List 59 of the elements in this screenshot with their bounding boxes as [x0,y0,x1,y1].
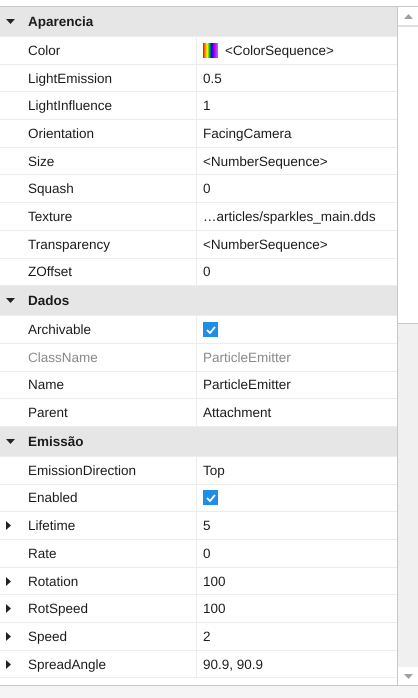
property-value[interactable]: ParticleEmitter [203,377,291,392]
expand-arrow-icon[interactable] [6,521,11,530]
color-gradient-icon [203,42,218,58]
property-value[interactable]: <ColorSequence> [225,42,334,58]
property-name: Rotation [28,574,78,589]
property-name: Enabled [28,490,78,506]
property-name: Rate [28,546,57,561]
property-value[interactable]: 0 [203,546,211,561]
property-name: Parent [28,405,68,420]
property-value[interactable]: 100 [203,601,226,616]
property-name: Color [28,42,60,58]
property-name: Speed [28,628,68,644]
property-name: SpreadAngle [28,656,106,672]
property-name: LightInfluence [28,98,112,114]
property-name: Orientation [28,126,94,141]
collapse-arrow-icon[interactable] [6,438,15,444]
property-value[interactable]: 0 [203,181,211,196]
property-name: Squash [28,181,74,196]
scroll-down-button[interactable] [398,667,418,685]
expand-arrow-icon[interactable] [6,632,11,641]
property-name: RotSpeed [28,601,88,616]
property-value[interactable]: FacingCamera [203,126,292,141]
property-value[interactable]: 5 [203,518,211,534]
property-name: Transparency [28,236,110,252]
property-value[interactable]: …articles/sparkles_main.dds [203,208,376,224]
scrollbar[interactable] [397,7,418,685]
section-header[interactable]: Emissão [0,426,398,457]
property-value[interactable]: 90.9, 90.9 [203,656,264,672]
property-value[interactable]: 2 [203,628,211,644]
property-value[interactable]: 0.5 [203,70,222,86]
expand-arrow-icon[interactable] [6,660,11,669]
expand-arrow-icon[interactable] [6,604,11,614]
expand-arrow-icon[interactable] [6,576,11,586]
collapse-arrow-icon[interactable] [6,298,15,304]
up-arrow-icon [404,14,413,18]
property-name: Size [28,154,54,169]
property-name: Name [28,377,64,392]
property-value[interactable]: <NumberSequence> [203,154,328,169]
property-value[interactable]: 0 [203,264,211,280]
down-arrow-icon [404,674,413,678]
property-name: EmissionDirection [28,462,136,478]
collapse-arrow-icon[interactable] [6,19,15,24]
property-value[interactable]: Attachment [203,405,272,420]
property-value[interactable]: <NumberSequence> [203,236,328,252]
property-name: LightEmission [28,70,112,86]
property-name: Lifetime [28,518,76,534]
property-value[interactable]: 1 [203,98,211,114]
property-name: Archivable [28,322,92,338]
property-name: ZOffset [28,264,72,280]
property-value[interactable]: Top [203,462,225,478]
checkbox[interactable] [203,490,218,506]
property-value[interactable]: 100 [203,574,226,589]
section-header[interactable]: Dados [0,286,398,316]
property-name: Texture [28,208,72,224]
scroll-thumb[interactable] [398,25,418,324]
scroll-up-button[interactable] [398,7,418,25]
checkbox[interactable] [203,322,218,338]
section-header[interactable]: Aparencia [0,7,398,37]
property-name: ClassName [28,350,98,365]
